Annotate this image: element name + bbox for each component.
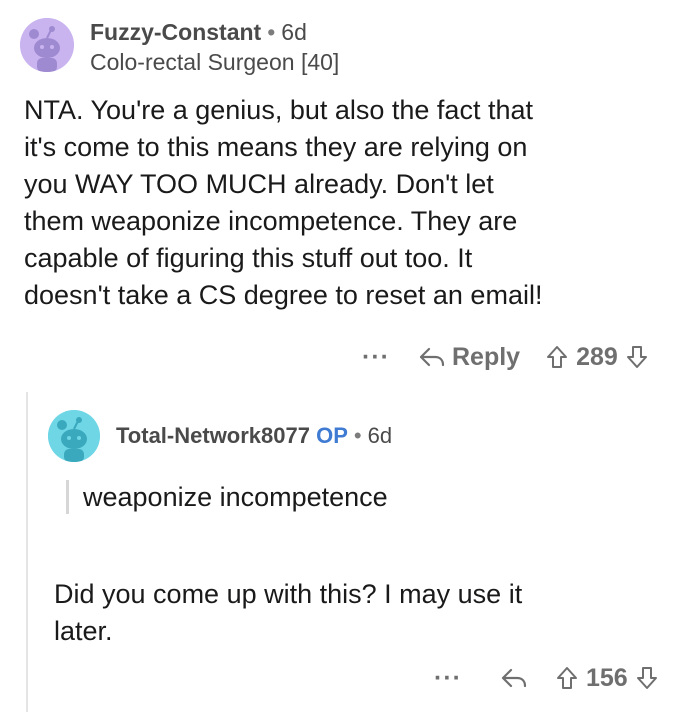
downvote-arrow-icon [636,667,657,689]
reply-button[interactable] [500,667,528,689]
more-options-button[interactable]: ··· [362,343,390,372]
comment-line: capable of figuring this stuff out too. … [24,243,473,273]
upvote-arrow-icon [547,346,568,368]
comment-age: 6d [367,423,393,448]
reply-arrow-icon [501,668,527,688]
username[interactable]: Fuzzy-Constant [90,19,261,45]
comment-body: NTA. You're a genius, but also the fact … [24,92,684,314]
reply-button[interactable]: Reply [418,343,520,372]
user-flair: Colo-rectal Surgeon [40] [90,49,340,75]
comment-age: 6d [281,19,307,45]
downvote-button[interactable] [636,666,658,690]
comment-line: them weaponize incompetence. They are [24,206,518,236]
downvote-button[interactable] [626,345,648,369]
vote-score: 156 [585,663,628,692]
blockquote: weaponize incompetence [66,480,388,514]
reply-label: Reply [451,342,521,371]
snoo-avatar-icon [48,410,100,462]
comment-line: it's come to this means they are relying… [24,132,528,162]
username[interactable]: Total-Network8077 [116,423,310,448]
reply-line: later. [54,616,113,646]
comment-header: Fuzzy-Constant • 6d [90,18,307,46]
reply-actions: ··· 156 [434,661,658,695]
comment-line: doesn't take a CS degree to reset an ema… [24,280,543,310]
op-badge: OP [316,423,348,448]
reply-line: Did you come up with this? I may use it [54,579,523,609]
avatar[interactable] [48,410,100,462]
reply-header: Total-Network8077 OP • 6d [116,422,392,450]
snoo-avatar-icon [20,18,74,72]
comment-line: you WAY TOO MUCH already. Don't let [24,169,494,199]
thread-line[interactable] [26,392,28,712]
reply-body: Did you come up with this? I may use it … [54,576,674,650]
upvote-button[interactable] [556,666,578,690]
downvote-arrow-icon [626,346,647,368]
comment-line: NTA. You're a genius, but also the fact … [24,95,533,125]
upvote-arrow-icon [556,667,577,689]
avatar[interactable] [20,18,74,72]
more-options-button[interactable]: ··· [434,664,462,693]
separator-dot: • [267,19,276,45]
comment-actions: ··· Reply 289 [362,340,648,374]
upvote-button[interactable] [546,345,568,369]
reply-arrow-icon [419,347,445,367]
separator-dot: • [353,423,362,448]
vote-score: 289 [576,342,618,371]
